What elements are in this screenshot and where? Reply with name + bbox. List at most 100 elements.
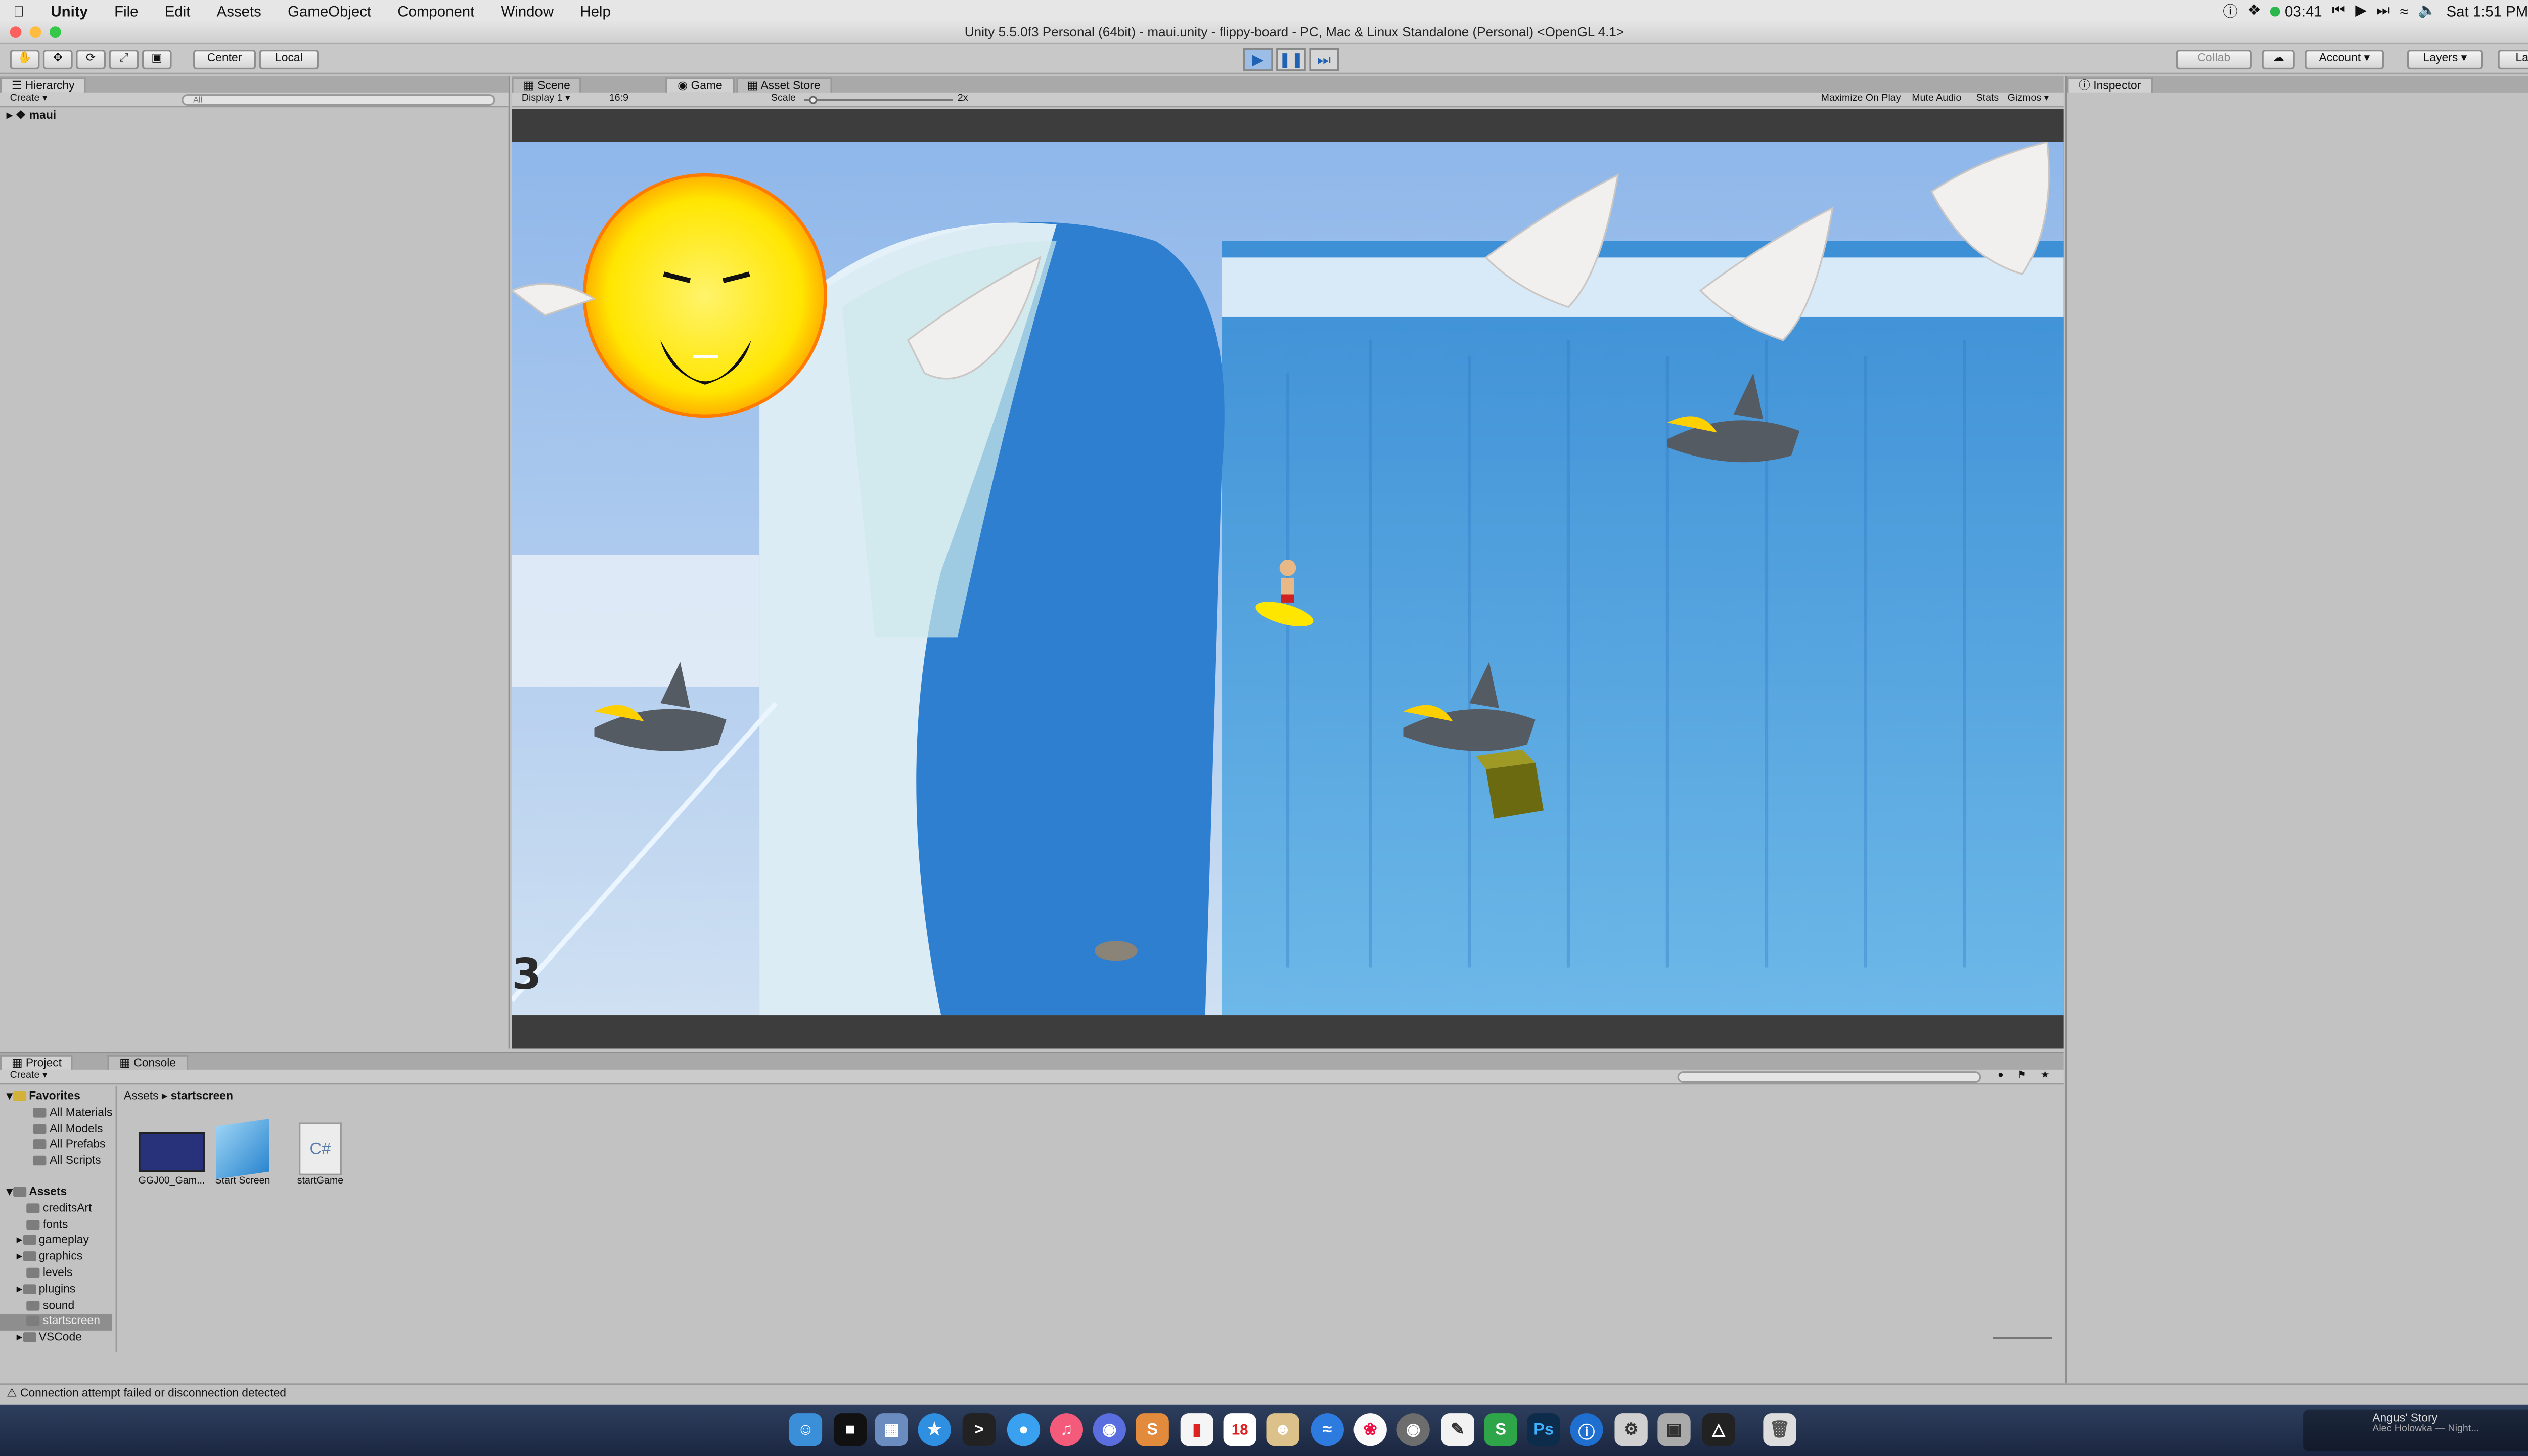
photos-icon[interactable]: ❀: [1353, 1413, 1387, 1446]
maximize-on-play-toggle[interactable]: Maximize On Play: [1821, 93, 1901, 107]
folder-item[interactable]: fonts: [7, 1217, 112, 1234]
asset-scene[interactable]: Start Screen: [210, 1119, 276, 1187]
status-message[interactable]: Connection attempt failed or disconnecti…: [20, 1388, 286, 1400]
folder-item[interactable]: ▸ VSCode: [7, 1331, 112, 1347]
rect-tool-button[interactable]: ▣: [142, 49, 172, 70]
menu-window[interactable]: Window: [487, 3, 567, 19]
messages-icon[interactable]: ●: [1007, 1413, 1041, 1446]
finder-icon[interactable]: ☺: [789, 1413, 823, 1446]
folder-item[interactable]: creditsArt: [7, 1201, 112, 1217]
game-viewport[interactable]: 3: [512, 109, 2064, 1049]
hierarchy-create-dropdown[interactable]: Create ▾: [0, 94, 48, 104]
breadcrumb-startscreen[interactable]: startscreen: [171, 1091, 233, 1103]
play-button[interactable]: ▶: [1243, 48, 1273, 71]
folder-item-selected[interactable]: startscreen: [0, 1314, 113, 1331]
icon-size-slider[interactable]: [1993, 1337, 2052, 1339]
collab-button[interactable]: Collab: [2176, 49, 2252, 70]
airdrop-icon[interactable]: ≈: [1311, 1413, 1344, 1446]
wifi-icon[interactable]: ≈: [2400, 3, 2408, 19]
account-dropdown[interactable]: Account ▾: [2305, 49, 2384, 70]
onepassword-icon[interactable]: ⓘ: [1570, 1413, 1603, 1446]
layers-dropdown[interactable]: Layers ▾: [2407, 49, 2484, 70]
textedit-icon[interactable]: ✎: [1441, 1413, 1474, 1446]
minimize-window-button[interactable]: [29, 26, 41, 38]
terminal-icon[interactable]: >: [962, 1413, 996, 1446]
hand-tool-button[interactable]: ✋: [10, 49, 40, 70]
tab-project[interactable]: ▦ Project: [0, 1055, 73, 1070]
layout-dropdown[interactable]: Layout ▾: [2498, 49, 2528, 70]
close-window-button[interactable]: [10, 26, 22, 38]
menu-component[interactable]: Component: [384, 3, 487, 19]
sublime-text-icon[interactable]: S: [1136, 1413, 1169, 1446]
sketchbook-icon[interactable]: S: [1484, 1413, 1517, 1446]
info-icon[interactable]: ⓘ: [2223, 0, 2237, 21]
favorite-item[interactable]: All Prefabs: [7, 1138, 112, 1154]
unity-icon[interactable]: △: [1702, 1413, 1735, 1446]
tab-inspector[interactable]: ⓘ Inspector: [2067, 77, 2153, 93]
favorite-star-icon[interactable]: ★: [2041, 1070, 2050, 1084]
tab-hierarchy[interactable]: ☰ Hierarchy: [0, 77, 86, 93]
filter-by-label-icon[interactable]: ⚑: [2017, 1070, 2026, 1084]
menu-file[interactable]: File: [101, 3, 152, 19]
menubar-clock[interactable]: Sat 1:51 PM: [2447, 3, 2528, 19]
move-tool-button[interactable]: ✥: [42, 49, 73, 70]
numbers-icon[interactable]: ▮: [1180, 1413, 1214, 1446]
hierarchy-search-input[interactable]: [182, 94, 495, 106]
system-preferences-icon[interactable]: ⚙: [1614, 1413, 1648, 1446]
photoshop-icon[interactable]: Ps: [1527, 1413, 1560, 1446]
menu-gameobject[interactable]: GameObject: [275, 3, 384, 19]
rotate-tool-button[interactable]: ⟳: [76, 49, 106, 70]
breadcrumb-assets[interactable]: Assets: [124, 1091, 159, 1103]
itunes-icon[interactable]: ♫: [1050, 1413, 1084, 1446]
folder-item[interactable]: sound: [7, 1298, 112, 1314]
gizmos-dropdown[interactable]: Gizmos ▾: [2008, 93, 2049, 107]
media-previous-icon[interactable]: ⏮: [2332, 2, 2345, 20]
menu-assets[interactable]: Assets: [204, 3, 275, 19]
volume-icon[interactable]: 🔈: [2418, 2, 2436, 20]
tab-console[interactable]: ▦ Console: [108, 1055, 188, 1070]
folder-item[interactable]: levels: [7, 1266, 112, 1282]
filter-by-type-icon[interactable]: ●: [1998, 1070, 2004, 1084]
preview-icon[interactable]: ▦: [875, 1413, 908, 1446]
scale-tool-button[interactable]: ⤢: [109, 49, 139, 70]
hierarchy-scene-row[interactable]: ▸ ❖ maui: [0, 107, 509, 124]
asset-video[interactable]: GGJ00_Gam...: [130, 1132, 213, 1187]
mute-audio-toggle[interactable]: Mute Audio: [1912, 93, 1961, 107]
media-play-icon[interactable]: ▶: [2355, 2, 2367, 20]
zoom-window-button[interactable]: [49, 26, 61, 38]
tab-asset-store[interactable]: ▦ Asset Store: [735, 77, 832, 93]
project-search-input[interactable]: [1677, 1071, 1981, 1083]
safari-icon[interactable]: ✯: [918, 1413, 951, 1446]
menu-edit[interactable]: Edit: [152, 3, 204, 19]
archive-utility-icon[interactable]: ▣: [1657, 1413, 1691, 1446]
menu-help[interactable]: Help: [567, 3, 624, 19]
favorite-item[interactable]: All Models: [7, 1122, 112, 1138]
cloud-icon[interactable]: ☁: [2262, 49, 2295, 70]
media-next-icon[interactable]: ⏭: [2376, 2, 2389, 20]
now-playing-widget[interactable]: Angus' Story Alec Holowka — Night...: [2303, 1409, 2528, 1451]
stats-toggle[interactable]: Stats: [1976, 93, 1999, 107]
trash-icon[interactable]: 🗑: [1763, 1413, 1796, 1446]
favorite-item[interactable]: All Scripts: [7, 1154, 112, 1170]
scale-slider[interactable]: [804, 96, 953, 104]
favorites-header[interactable]: ▾ Favorites: [7, 1089, 112, 1106]
folder-item[interactable]: ▸ graphics: [7, 1250, 112, 1266]
asset-script[interactable]: C# startGame: [287, 1122, 353, 1187]
timer-indicator[interactable]: 03:41: [2271, 3, 2322, 19]
tab-game[interactable]: ◉ Game: [666, 77, 734, 93]
assets-root[interactable]: ▾ Assets: [7, 1185, 112, 1201]
scale-slider-knob[interactable]: [808, 96, 817, 104]
pause-button[interactable]: ❚❚: [1276, 48, 1306, 71]
aspect-dropdown[interactable]: 16:9: [609, 93, 628, 107]
folder-item[interactable]: ▸ plugins: [7, 1282, 112, 1298]
step-button[interactable]: ⏭: [1309, 48, 1339, 71]
activity-monitor-icon[interactable]: ■: [833, 1413, 867, 1446]
disk-utility-icon[interactable]: ◉: [1396, 1413, 1430, 1446]
menu-app[interactable]: Unity: [37, 3, 101, 19]
discord-icon[interactable]: ◉: [1093, 1413, 1126, 1446]
calendar-icon[interactable]: 18: [1223, 1413, 1256, 1446]
pivot-center-button[interactable]: Center: [193, 49, 256, 70]
dropbox-icon[interactable]: ❖: [2247, 2, 2261, 20]
tab-scene[interactable]: ▦ Scene: [512, 77, 582, 93]
pivot-local-button[interactable]: Local: [259, 49, 319, 70]
